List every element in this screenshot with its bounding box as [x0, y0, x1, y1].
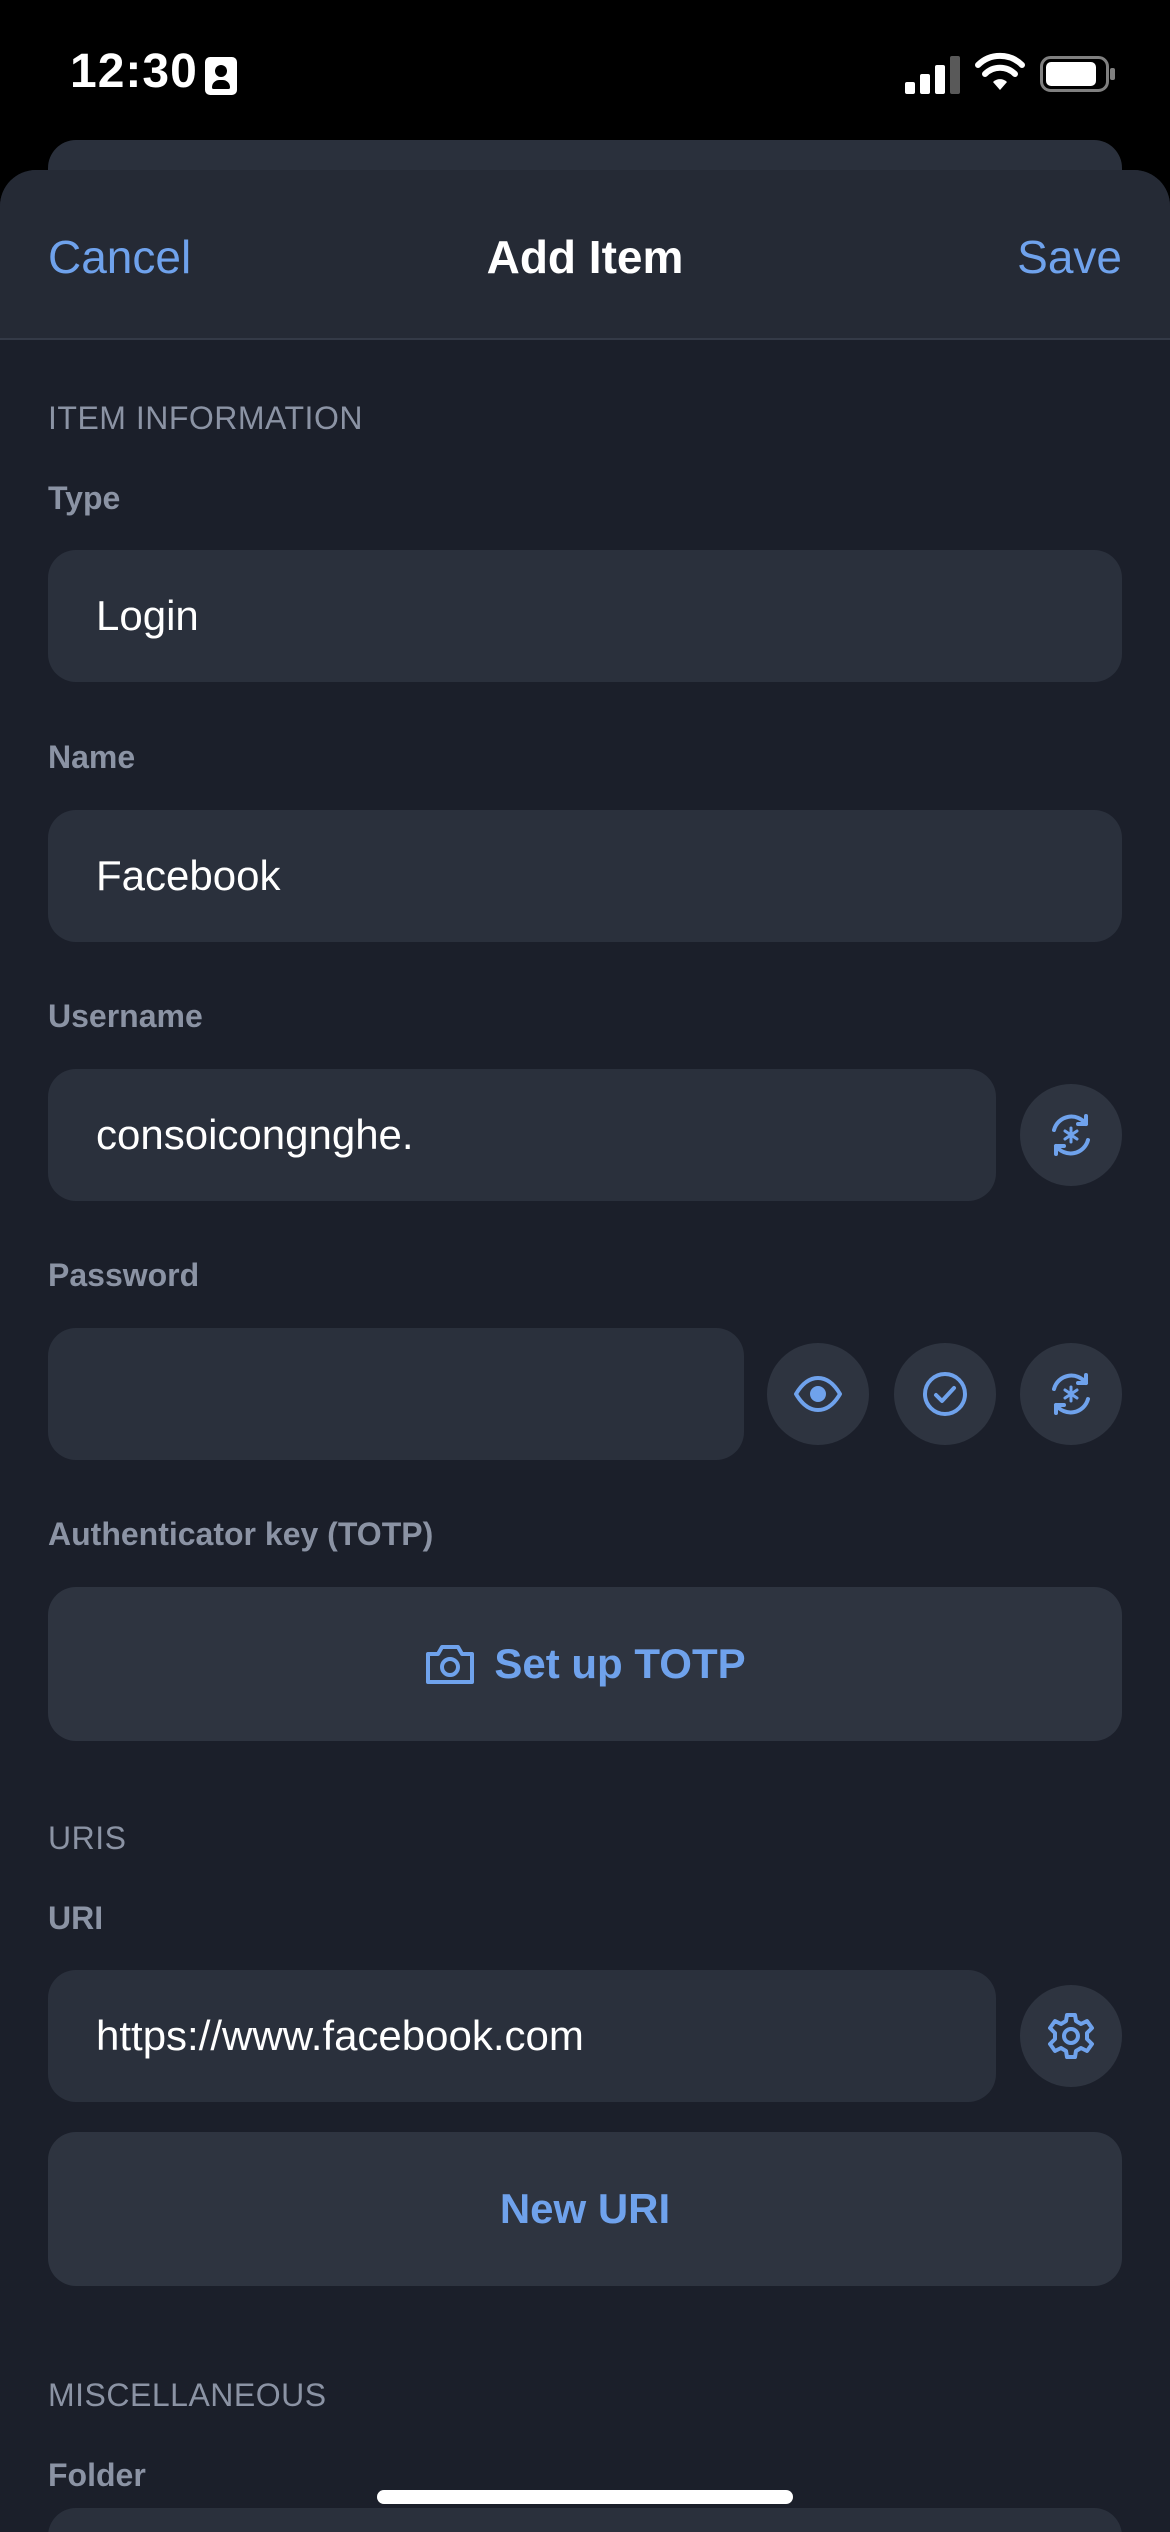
wifi-icon — [975, 52, 1025, 90]
status-bar: 12:30 — [0, 0, 1170, 150]
type-label: Type — [48, 480, 121, 516]
toggle-password-visibility-button[interactable] — [767, 1343, 869, 1445]
generate-password-button[interactable] — [1020, 1343, 1122, 1445]
eye-icon — [794, 1376, 842, 1412]
regenerate-icon — [1052, 1373, 1090, 1415]
uri-settings-button[interactable] — [1020, 1985, 1122, 2087]
section-title-uris: URIS — [48, 1820, 127, 1856]
new-uri-button[interactable]: New URI — [48, 2132, 1122, 2286]
totp-label: Authenticator key (TOTP) — [48, 1516, 434, 1552]
home-indicator — [377, 2490, 793, 2504]
save-button[interactable]: Save — [1017, 230, 1122, 284]
check-circle-icon — [923, 1372, 967, 1416]
status-time: 12:30 — [70, 45, 198, 98]
battery-icon — [1040, 56, 1115, 92]
type-value: Login — [96, 592, 199, 639]
uri-label: URI — [48, 1900, 104, 1936]
username-value: consoicongnghe. — [96, 1111, 414, 1158]
password-field[interactable] — [48, 1328, 744, 1460]
navigation-bar: Cancel Add Item Save — [0, 170, 1170, 340]
new-uri-label: New URI — [499, 2185, 671, 2232]
add-item-sheet: Cancel Add Item Save ITEM INFORMATION Ty… — [0, 170, 1170, 2532]
password-label: Password — [48, 1257, 200, 1293]
check-password-button[interactable] — [894, 1343, 996, 1445]
name-field[interactable]: Facebook — [48, 810, 1122, 942]
page-title: Add Item — [486, 231, 684, 283]
username-field[interactable]: consoicongnghe. — [48, 1069, 996, 1201]
uri-field[interactable]: https://www.facebook.com — [48, 1970, 996, 2102]
setup-totp-label: Set up TOTP — [494, 1640, 746, 1687]
name-label: Name — [48, 739, 136, 775]
contact-card-icon — [205, 57, 237, 95]
username-label: Username — [48, 998, 203, 1034]
camera-icon — [426, 1645, 475, 1684]
section-title-miscellaneous: MISCELLANEOUS — [48, 2377, 327, 2413]
uri-value: https://www.facebook.com — [96, 2012, 584, 2059]
folder-field[interactable] — [48, 2508, 1122, 2532]
generate-username-button[interactable] — [1020, 1084, 1122, 1186]
cellular-signal-icon — [905, 56, 960, 94]
folder-label: Folder — [48, 2457, 146, 2493]
setup-totp-button[interactable]: Set up TOTP — [48, 1587, 1122, 1741]
gear-icon — [1048, 2013, 1094, 2059]
type-field[interactable]: Login — [48, 550, 1122, 682]
regenerate-icon — [1052, 1114, 1090, 1156]
section-title-item-information: ITEM INFORMATION — [48, 400, 363, 436]
name-value: Facebook — [96, 852, 281, 899]
